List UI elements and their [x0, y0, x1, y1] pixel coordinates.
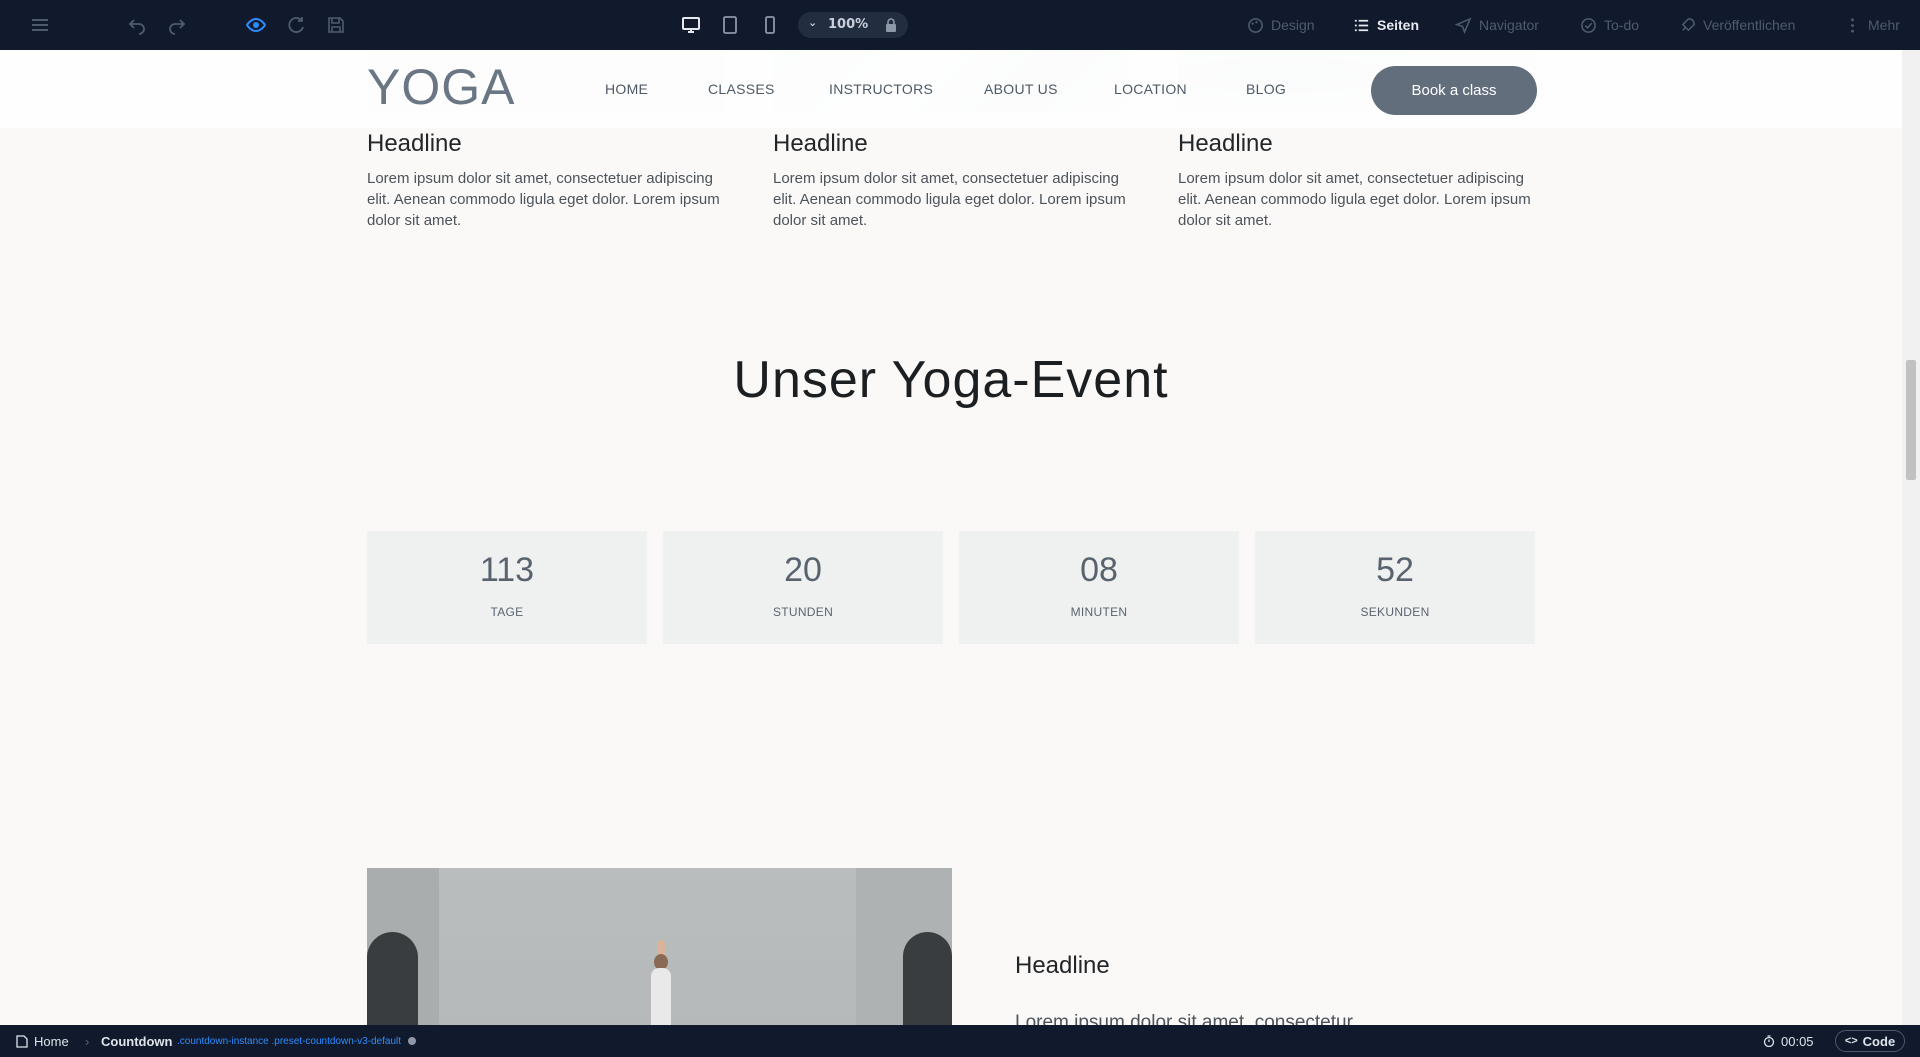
- publish-button[interactable]: Veröffentlichen: [1679, 0, 1795, 50]
- pages-button[interactable]: Seiten: [1353, 0, 1419, 50]
- photo-figure-body: [651, 968, 671, 1025]
- yoga-photo[interactable]: [367, 868, 952, 1025]
- code-button[interactable]: <> Code: [1835, 1030, 1905, 1052]
- list-icon: [1354, 19, 1369, 31]
- site-header: YOGA HOME CLASSES INSTRUCTORS ABOUT US L…: [0, 50, 1902, 128]
- nav-instructors[interactable]: INSTRUCTORS: [829, 81, 933, 97]
- site-logo[interactable]: YOGA: [367, 58, 515, 116]
- more-button[interactable]: Mehr: [1844, 0, 1900, 50]
- countdown-minutes-value: 08: [1080, 551, 1118, 589]
- nav-classes[interactable]: CLASSES: [708, 81, 775, 97]
- design-button[interactable]: Design: [1247, 0, 1315, 50]
- lock-icon[interactable]: [882, 16, 900, 34]
- countdown-minutes[interactable]: 08 MINUTEN: [959, 531, 1239, 644]
- timer-value: 00:05: [1781, 1033, 1814, 1049]
- more-vertical-icon: [1851, 17, 1854, 33]
- palette-small-icon: [408, 1037, 417, 1045]
- photo-arch-right: [903, 932, 952, 1025]
- book-class-button[interactable]: Book a class: [1371, 66, 1537, 115]
- countdown-days-label: TAGE: [490, 605, 524, 619]
- countdown-seconds[interactable]: 52 SEKUNDEN: [1255, 531, 1535, 644]
- todo-button[interactable]: To-do: [1580, 0, 1639, 50]
- scrollbar-thumb[interactable]: [1906, 360, 1916, 480]
- page-icon: [16, 1034, 28, 1048]
- card-headline-3: Headline: [1178, 130, 1273, 157]
- countdown-seconds-value: 52: [1376, 551, 1414, 589]
- timer: 00:05: [1763, 1025, 1814, 1057]
- countdown-minutes-label: MINUTEN: [1070, 605, 1128, 619]
- css-selector-text: .countdown-instance .preset-countdown-v3…: [177, 1035, 402, 1047]
- card-text-2: Lorem ipsum dolor sit amet, consectetuer…: [773, 170, 1126, 229]
- palette-icon: [1248, 17, 1263, 33]
- card-headline-1: Headline: [367, 130, 462, 157]
- canvas-scrollbar[interactable]: [1902, 50, 1920, 1025]
- countdown-hours-value: 20: [784, 551, 822, 589]
- website-canvas[interactable]: YOGA HOME CLASSES INSTRUCTORS ABOUT US L…: [0, 50, 1902, 1025]
- css-selector[interactable]: .countdown-instance .preset-countdown-v3…: [177, 1025, 417, 1057]
- desktop-view-icon[interactable]: [679, 13, 703, 37]
- design-label: Design: [1271, 17, 1315, 33]
- countdown-hours[interactable]: 20 STUNDEN: [663, 531, 943, 644]
- refresh-icon[interactable]: [284, 13, 308, 37]
- nav-blog[interactable]: BLOG: [1246, 81, 1286, 97]
- preview-eye-icon[interactable]: [244, 13, 268, 37]
- tablet-view-icon[interactable]: [718, 13, 742, 37]
- countdown-seconds-label: SEKUNDEN: [1360, 605, 1430, 619]
- more-label: Mehr: [1868, 17, 1900, 33]
- photo-arch-left: [367, 932, 418, 1025]
- chevron-down-icon: ⌄: [808, 16, 818, 29]
- navigation-arrow-icon: [1455, 16, 1472, 34]
- zoom-control[interactable]: ⌄ 100%: [798, 12, 908, 38]
- code-icon: <>: [1844, 1035, 1858, 1047]
- section2-headline: Headline: [1015, 952, 1110, 979]
- status-bar: Home › Countdown .countdown-instance .pr…: [0, 1025, 1920, 1057]
- countdown-days[interactable]: 113 TAGE: [367, 531, 647, 644]
- countdown-hours-label: STUNDEN: [772, 605, 834, 619]
- todo-label: To-do: [1604, 17, 1640, 33]
- nav-location[interactable]: LOCATION: [1114, 81, 1187, 97]
- save-icon[interactable]: [324, 13, 348, 37]
- countdown-days-value: 113: [479, 551, 535, 589]
- pages-label: Seiten: [1377, 17, 1420, 33]
- stopwatch-icon: [1763, 1035, 1775, 1047]
- navigator-label: Navigator: [1479, 17, 1539, 33]
- redo-icon[interactable]: [165, 13, 189, 37]
- card-text-1: Lorem ipsum dolor sit amet, consectetuer…: [367, 170, 720, 229]
- zoom-value: 100%: [828, 17, 869, 32]
- breadcrumb-element[interactable]: Countdown: [101, 1025, 172, 1057]
- undo-icon[interactable]: [125, 13, 149, 37]
- chevron-right-icon: ›: [85, 1033, 90, 1049]
- navigator-button[interactable]: Navigator: [1455, 0, 1539, 50]
- editor-toolbar: ⌄ 100% Design Seiten Navigator To-do Ver…: [0, 0, 1920, 50]
- mobile-view-icon[interactable]: [758, 13, 782, 37]
- section2-text: Lorem ipsum dolor sit amet, consectetur: [1015, 1012, 1353, 1025]
- breadcrumb-home[interactable]: Home: [16, 1025, 69, 1057]
- code-label: Code: [1862, 1033, 1896, 1049]
- breadcrumb-home-label: Home: [34, 1033, 69, 1049]
- nav-home[interactable]: HOME: [605, 81, 648, 97]
- rocket-icon: [1681, 17, 1695, 31]
- card-headline-2: Headline: [773, 130, 868, 157]
- card-text-3: Lorem ipsum dolor sit amet, consectetuer…: [1178, 170, 1531, 229]
- nav-about-us[interactable]: ABOUT US: [984, 81, 1058, 97]
- menu-icon[interactable]: [28, 13, 52, 37]
- event-title: Unser Yoga-Event: [733, 351, 1169, 409]
- publish-label: Veröffentlichen: [1703, 17, 1796, 33]
- check-circle-icon: [1581, 17, 1596, 33]
